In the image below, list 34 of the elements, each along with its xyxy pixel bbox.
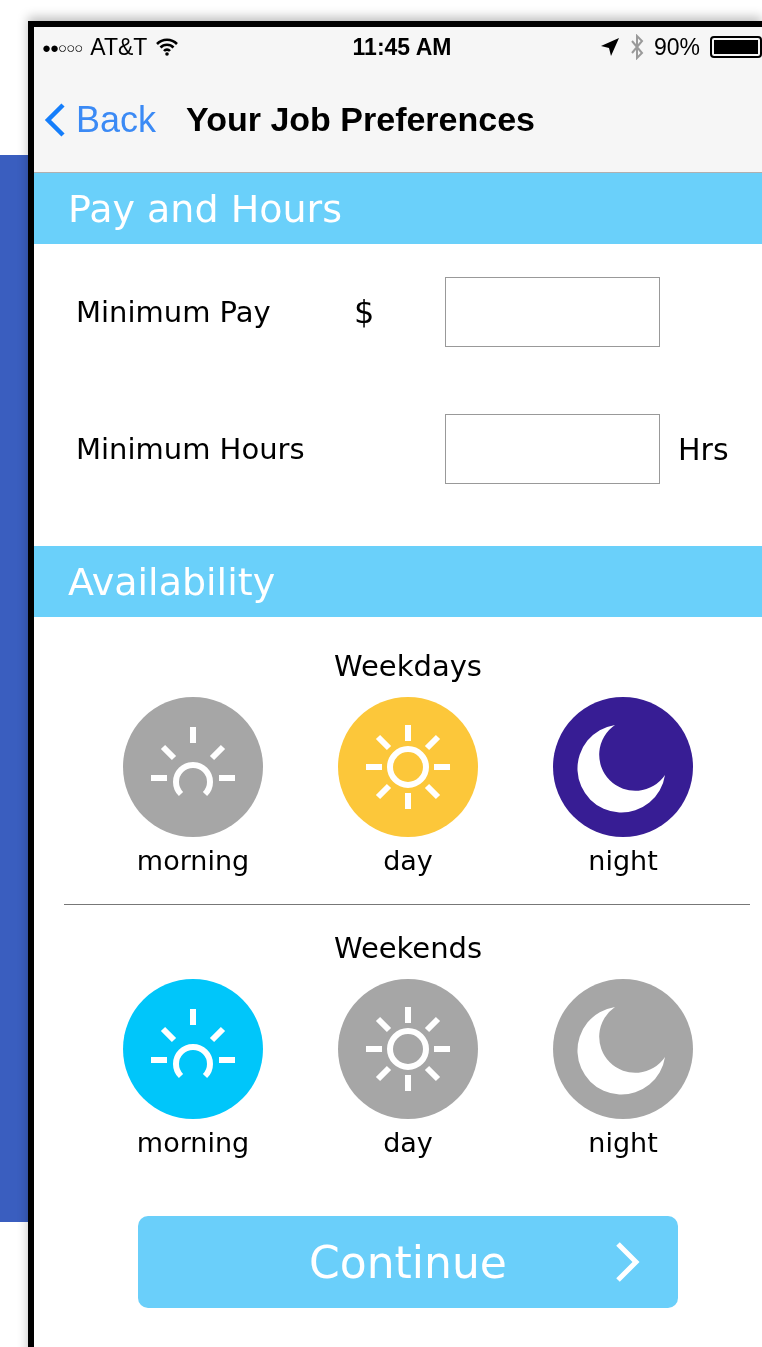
battery-percent: 90% [653,33,700,61]
bluetooth-icon [629,34,644,60]
input-field[interactable] [445,277,660,347]
sun-icon[interactable] [123,697,263,837]
sun-icon[interactable] [123,979,263,1119]
currency-symbol: $ [354,293,375,331]
continue-button[interactable]: Continue [138,1216,678,1308]
field-label: Minimum Hours [75,432,306,466]
slot-label: morning [136,845,250,876]
slot-label: night [588,845,658,876]
chevron-left-icon [44,101,66,138]
clock-time: 11:45 AM [352,33,452,61]
section-header: Pay and Hours [34,173,762,244]
input-field[interactable] [445,414,660,484]
slot-label: night [588,1127,658,1158]
signal-indicator: ●●○○○ [42,38,83,56]
moon-icon[interactable] [553,697,693,837]
location-icon [599,37,620,57]
unit-label: Hrs [678,431,729,467]
screen-title: Your Job Preferences [186,100,535,139]
slot-label: day [383,845,433,876]
battery-icon [710,36,762,58]
group-title: Weekdays [333,649,483,683]
sun-icon[interactable] [338,697,478,837]
slot-label: day [383,1127,433,1158]
wifi-icon [155,38,180,56]
chevron-right-icon [614,1240,640,1284]
section-header: Availability [34,546,762,617]
carrier-name: AT&T [90,33,148,61]
back-button[interactable]: Back [44,98,157,141]
sun-icon[interactable] [338,979,478,1119]
slot-label: morning [136,1127,250,1158]
field-label: Minimum Pay [75,295,272,329]
group-title: Weekends [332,931,484,965]
